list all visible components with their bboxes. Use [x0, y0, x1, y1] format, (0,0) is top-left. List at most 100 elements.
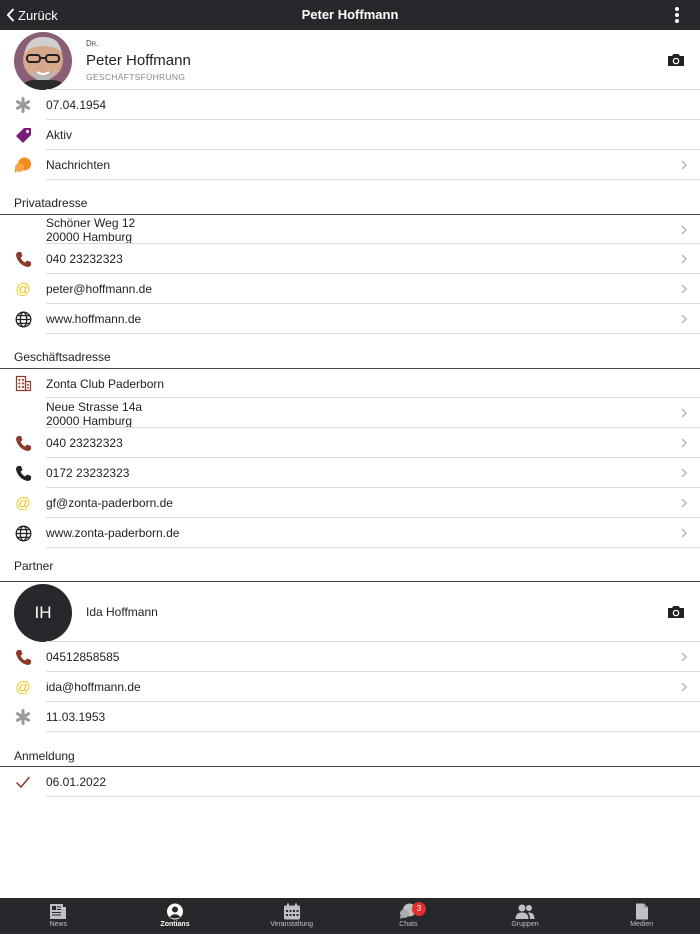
private-email: peter@hoffmann.de	[46, 282, 153, 296]
business-city: 20000 Hamburg	[46, 414, 133, 428]
asterisk-icon	[14, 708, 32, 726]
business-phone-row[interactable]: 040 23232323	[0, 428, 700, 458]
partner-phone-row[interactable]: 04512858585	[0, 642, 700, 672]
chat-bubbles-icon	[14, 156, 32, 174]
at-icon: @	[15, 280, 31, 298]
page-title: Peter Hoffmann	[301, 7, 399, 22]
section-registration: Anmeldung	[0, 732, 700, 767]
tag-icon	[14, 126, 32, 144]
partner-avatar[interactable]: IH	[14, 584, 72, 642]
profile-role: GESCHÄFTSFÜHRUNG	[86, 72, 186, 82]
asterisk-icon	[14, 96, 32, 114]
section-label: Geschäftsadresse	[14, 350, 111, 364]
private-address-row[interactable]: Schöner Weg 12 20000 Hamburg	[0, 215, 700, 244]
business-web-row[interactable]: www.zonta-paderborn.de	[0, 518, 700, 548]
tab-label: Gruppen	[511, 921, 539, 928]
chevron-right-icon	[681, 468, 687, 478]
business-company: Zonta Club Paderborn	[46, 376, 165, 391]
profile-name: Peter Hoffmann	[86, 52, 191, 69]
phone-icon	[14, 250, 32, 268]
partner-email-row[interactable]: @ ida@hoffmann.de	[0, 672, 700, 702]
tab-label: Zontians	[160, 921, 190, 928]
private-phone-row[interactable]: 040 23232323	[0, 244, 700, 274]
chevron-right-icon	[681, 528, 687, 538]
business-street: Neue Strasse 14a	[46, 400, 143, 414]
more-options-icon[interactable]	[674, 7, 680, 23]
section-partner: Partner	[0, 548, 700, 582]
private-web: www.hoffmann.de	[46, 312, 142, 326]
avatar[interactable]	[14, 32, 72, 90]
chevron-right-icon	[681, 498, 687, 508]
mobile-phone-icon	[14, 464, 32, 482]
camera-icon[interactable]	[667, 605, 685, 619]
messages-label: Nachrichten	[46, 158, 111, 172]
registration-row: 06.01.2022	[0, 767, 700, 797]
section-private-address: Privatadresse	[0, 180, 700, 215]
chevron-right-icon	[681, 254, 687, 264]
person-icon	[167, 903, 183, 920]
section-business-address: Geschäftsadresse	[0, 334, 700, 369]
unread-badge: 3	[412, 902, 427, 916]
business-phone: 040 23232323	[46, 436, 123, 450]
section-label: Privatadresse	[14, 196, 88, 210]
phone-icon	[14, 434, 32, 452]
private-web-row[interactable]: www.hoffmann.de	[0, 304, 700, 334]
birthdate-row: 07.04.1954	[0, 90, 700, 120]
at-icon: @	[15, 494, 31, 512]
checkmark-icon	[14, 773, 32, 791]
chevron-right-icon	[681, 408, 687, 418]
chevron-right-icon	[681, 682, 687, 692]
at-icon: @	[15, 678, 31, 696]
partner-email: ida@hoffmann.de	[46, 680, 141, 694]
private-phone: 040 23232323	[46, 252, 123, 266]
partner-name: Ida Hoffmann	[86, 605, 158, 619]
tab-label: News	[49, 921, 68, 928]
partner-phone: 04512858585	[46, 650, 120, 664]
tab-veranstaltung[interactable]: Veranstaltung	[233, 898, 350, 934]
tab-label: Veranstaltung	[270, 921, 314, 928]
private-street: Schöner Weg 12	[46, 216, 136, 230]
business-company-row: Zonta Club Paderborn	[0, 369, 700, 398]
navigation-bar: Zurück Peter Hoffmann	[0, 0, 700, 30]
building-icon	[14, 375, 32, 393]
partner-birthdate: 11.03.1953	[46, 710, 106, 724]
section-label: Anmeldung	[14, 749, 75, 763]
chevron-right-icon	[681, 314, 687, 324]
chevron-right-icon	[681, 225, 687, 234]
globe-icon	[14, 310, 32, 328]
chevron-right-icon	[681, 284, 687, 294]
tab-zontians[interactable]: Zontians	[117, 898, 234, 934]
messages-row[interactable]: Nachrichten	[0, 150, 700, 180]
business-address-row[interactable]: Neue Strasse 14a 20000 Hamburg	[0, 398, 700, 428]
profile-header: Dr. Peter Hoffmann GESCHÄFTSFÜHRUNG	[0, 30, 700, 90]
partner-initials: IH	[34, 603, 52, 622]
registration-date: 06.01.2022	[46, 775, 107, 789]
tab-gruppen[interactable]: Gruppen	[467, 898, 584, 934]
tab-label: Chats	[399, 921, 418, 928]
chevron-right-icon	[681, 160, 687, 170]
private-city: 20000 Hamburg	[46, 230, 133, 244]
camera-icon[interactable]	[667, 53, 685, 67]
phone-icon	[14, 648, 32, 666]
tab-news[interactable]: News	[0, 898, 117, 934]
calendar-icon	[283, 903, 300, 920]
business-web: www.zonta-paderborn.de	[46, 526, 180, 540]
tab-label: Medien	[630, 921, 654, 928]
status-value: Aktiv	[46, 128, 73, 142]
section-label: Partner	[14, 559, 54, 573]
partner-birthdate-row: 11.03.1953	[0, 702, 700, 732]
document-icon	[635, 903, 648, 920]
tab-medien[interactable]: Medien	[583, 898, 700, 934]
tab-chats[interactable]: 3 Chats	[350, 898, 467, 934]
contact-detail: Dr. Peter Hoffmann GESCHÄFTSFÜHRUNG 07.0…	[0, 30, 700, 898]
business-mobile-row[interactable]: 0172 23232323	[0, 458, 700, 488]
news-icon	[50, 904, 67, 919]
group-icon	[515, 904, 535, 919]
chevron-right-icon	[681, 438, 687, 448]
business-email-row[interactable]: @ gf@zonta-paderborn.de	[0, 488, 700, 518]
globe-icon	[14, 524, 32, 542]
title-prefix: Dr.	[86, 39, 99, 48]
partner-header: IH Ida Hoffmann	[0, 582, 700, 642]
chevron-right-icon	[681, 652, 687, 662]
private-email-row[interactable]: @ peter@hoffmann.de	[0, 274, 700, 304]
